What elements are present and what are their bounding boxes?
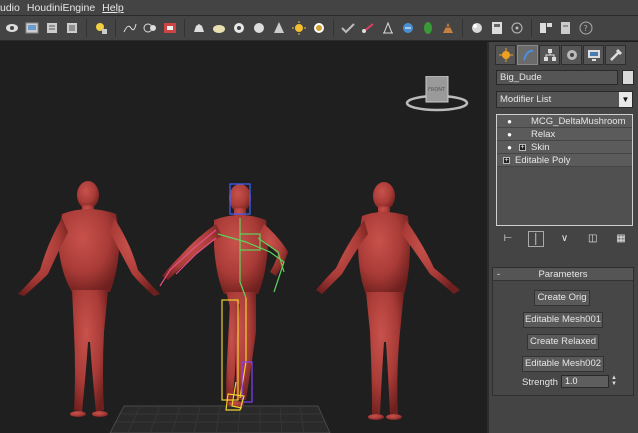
parameters-rollout: - Parameters Create Orig Editable Mesh00… — [492, 267, 634, 396]
sphere-render-icon[interactable] — [469, 20, 485, 36]
sphere-icon[interactable] — [211, 20, 227, 36]
create-tab-icon[interactable] — [495, 45, 516, 65]
toolbar-separator — [86, 19, 87, 37]
stack-item-relax[interactable]: ● Relax — [497, 128, 632, 141]
main-toolbar: ? — [0, 16, 638, 41]
settings-icon[interactable] — [509, 20, 525, 36]
perspective-viewport[interactable]: FRONT — [0, 42, 487, 433]
utilities-tab-icon[interactable] — [605, 45, 626, 65]
globe-icon[interactable] — [440, 20, 456, 36]
stack-item-skin[interactable]: ● + Skin — [497, 141, 632, 154]
select-icon[interactable] — [4, 20, 20, 36]
display-tab-icon[interactable] — [583, 45, 604, 65]
strength-spinner[interactable]: ▲ ▼ — [611, 375, 618, 388]
character-big-dude-right — [316, 182, 460, 420]
tree-icon[interactable] — [420, 20, 436, 36]
svg-text:?: ? — [584, 24, 588, 33]
menu-bar: udio HoudiniEngine Help — [0, 0, 638, 16]
graph-icon[interactable] — [64, 20, 80, 36]
material-icon[interactable] — [162, 20, 178, 36]
modifier-list-dropdown[interactable]: Modifier List ▼ — [496, 91, 633, 108]
paint-icon[interactable] — [340, 20, 356, 36]
file-icon[interactable] — [558, 20, 574, 36]
expand-icon[interactable]: + — [503, 156, 510, 164]
stack-item-mcg-deltamushroom[interactable]: ● MCG_DeltaMushroom — [497, 115, 632, 128]
cone-icon[interactable] — [251, 20, 267, 36]
make-unique-icon[interactable]: ∨ — [557, 231, 573, 247]
chevron-down-icon[interactable]: ▼ — [619, 92, 632, 107]
parameters-title: Parameters — [538, 269, 588, 280]
pin-stack-icon[interactable]: ⊢ — [500, 231, 516, 247]
lightbulb-icon[interactable]: ● — [505, 141, 514, 154]
editable-mesh002-button[interactable]: Editable Mesh002 — [522, 356, 604, 372]
show-end-result-icon[interactable]: │ — [528, 231, 545, 247]
ground-grid — [109, 405, 331, 433]
stack-toolbar: ⊢ │ ∨ ◫ ▦ — [496, 230, 633, 248]
render-setup-icon[interactable] — [93, 20, 109, 36]
torus-icon[interactable] — [231, 20, 247, 36]
parameters-rollout-header[interactable]: - Parameters — [493, 268, 633, 281]
menu-houdini-engine[interactable]: HoudiniEngine — [27, 0, 102, 16]
stack-item-label: Relax — [531, 128, 556, 140]
modifier-list-label: Modifier List — [500, 94, 552, 105]
motion-tab-icon[interactable] — [561, 45, 582, 65]
character-big-dude-left — [18, 181, 160, 417]
command-panel-tabs — [495, 45, 627, 65]
menu-studio[interactable]: udio — [0, 0, 27, 16]
target-icon[interactable] — [291, 20, 307, 36]
lightbulb-icon[interactable]: ● — [505, 115, 514, 128]
remove-modifier-icon[interactable]: ◫ — [585, 231, 601, 247]
create-relaxed-button[interactable]: Create Relaxed — [527, 334, 599, 350]
lightbulb-icon[interactable]: ● — [505, 128, 514, 141]
cloth-icon[interactable] — [380, 20, 396, 36]
help-icon[interactable]: ? — [578, 20, 594, 36]
character-big-dude-rigged — [162, 184, 288, 407]
toolbar-separator — [115, 19, 116, 37]
viewcube-face-label: FRONT — [428, 87, 446, 93]
modifier-stack[interactable]: ● MCG_DeltaMushroom ● Relax ● + Skin + E… — [496, 114, 633, 226]
particle-icon[interactable] — [311, 20, 327, 36]
command-panel: Big_Dude Modifier List ▼ ● MCG_DeltaMush… — [487, 42, 638, 433]
object-color-swatch[interactable] — [622, 70, 634, 85]
configure-sets-icon[interactable]: ▦ — [613, 231, 629, 247]
toolbar-separator — [333, 19, 334, 37]
panel-icon[interactable] — [489, 20, 505, 36]
collapse-icon[interactable]: - — [497, 268, 500, 281]
schematic-icon[interactable] — [142, 20, 158, 36]
hierarchy-tab-icon[interactable] — [539, 45, 560, 65]
stack-item-label: Editable Poly — [515, 154, 571, 166]
stack-item-label: MCG_DeltaMushroom — [531, 115, 626, 127]
teapot-icon[interactable] — [191, 20, 207, 36]
object-name-field[interactable]: Big_Dude — [496, 70, 618, 85]
toolbar-separator — [462, 19, 463, 37]
menu-help[interactable]: Help — [102, 0, 131, 16]
light-icon[interactable] — [271, 20, 287, 36]
hair-icon[interactable] — [400, 20, 416, 36]
stack-item-label: Skin — [531, 141, 550, 153]
curve-icon[interactable] — [122, 20, 138, 36]
strength-label: Strength — [522, 377, 558, 388]
strength-input[interactable]: 1.0 — [561, 375, 609, 388]
viewport-icon[interactable] — [24, 20, 40, 36]
layer-icon[interactable] — [44, 20, 60, 36]
toolbar-separator — [531, 19, 532, 37]
bones-icon[interactable] — [360, 20, 376, 36]
expand-icon[interactable]: + — [519, 143, 526, 151]
viewcube[interactable]: FRONT — [404, 75, 474, 119]
editable-mesh001-button[interactable]: Editable Mesh001 — [523, 312, 603, 328]
layout-icon[interactable] — [538, 20, 554, 36]
modify-tab-icon[interactable] — [517, 45, 538, 65]
toolbar-separator — [184, 19, 185, 37]
stack-item-editable-poly[interactable]: + Editable Poly — [497, 154, 632, 167]
create-orig-button[interactable]: Create Orig — [534, 290, 590, 306]
